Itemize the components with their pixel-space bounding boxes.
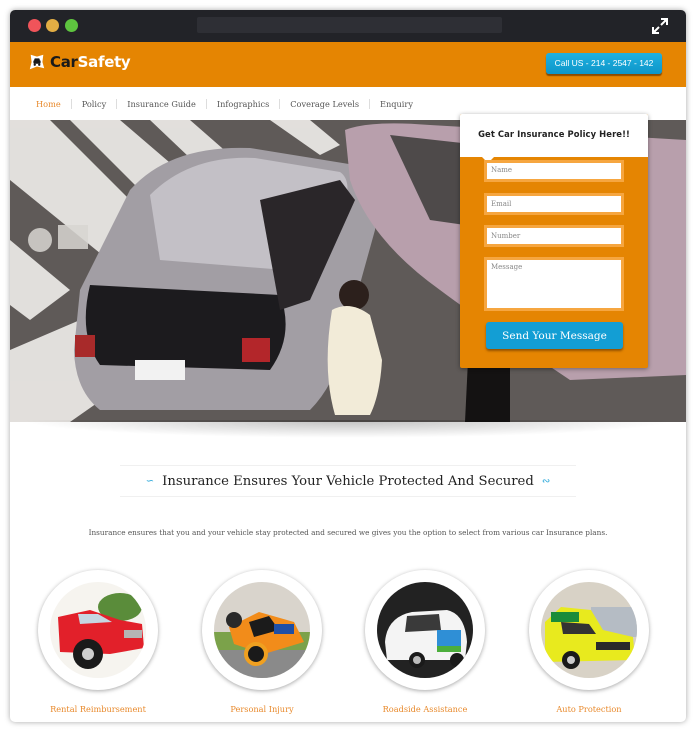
feature-image-frame <box>365 570 485 690</box>
feature-image-frame <box>38 570 158 690</box>
form-title: Get Car Insurance Policy Here!! <box>478 129 630 139</box>
nav-item-policy[interactable]: Policy <box>72 99 117 109</box>
email-input[interactable] <box>484 193 624 215</box>
title-bar <box>10 10 686 42</box>
car-badge-icon <box>29 54 45 70</box>
address-bar[interactable] <box>197 17 502 33</box>
logo-text-safety: Safety <box>77 53 131 71</box>
logo-text-car: Car <box>50 53 78 71</box>
message-textarea[interactable] <box>484 257 624 311</box>
section-title: Insurance Ensures Your Vehicle Protected… <box>162 473 534 489</box>
swirl-right-icon: ∾ <box>541 475 551 487</box>
yellow-ambulance-photo <box>541 582 637 678</box>
section-description: Insurance ensures that you and your vehi… <box>88 528 608 537</box>
red-pickup-truck-photo <box>50 582 146 678</box>
name-input[interactable] <box>484 160 624 182</box>
site-header: CarSafety Call US - 214 - 2547 - 142 <box>10 42 686 87</box>
white-compact-car-photo <box>377 582 473 678</box>
send-message-button[interactable]: Send Your Message <box>486 322 623 349</box>
feature-roadside-assistance[interactable]: Roadside Assistance <box>365 570 485 720</box>
expand-arrows-icon[interactable] <box>650 16 670 36</box>
minimize-window-button[interactable] <box>46 19 59 32</box>
call-us-button[interactable]: Call US - 214 - 2547 - 142 <box>546 53 662 74</box>
swirl-left-icon: ∽ <box>145 475 155 487</box>
feature-rental-reimbursement[interactable]: Rental Reimbursement <box>38 570 158 720</box>
number-input[interactable] <box>484 225 624 247</box>
feature-auto-protection[interactable]: Auto Protection <box>529 570 649 720</box>
feature-label: Personal Injury <box>230 704 294 714</box>
form-header: Get Car Insurance Policy Here!! <box>460 114 648 157</box>
hero-shadow <box>20 420 676 438</box>
feature-label: Auto Protection <box>556 704 622 714</box>
nav-item-infographics[interactable]: Infographics <box>207 99 279 109</box>
quote-form: Get Car Insurance Policy Here!! Send You… <box>460 114 648 368</box>
maximize-window-button[interactable] <box>65 19 78 32</box>
site-logo[interactable]: CarSafety <box>28 53 131 71</box>
nav-item-coverage-levels[interactable]: Coverage Levels <box>280 99 369 109</box>
close-window-button[interactable] <box>28 19 41 32</box>
nav-item-home[interactable]: Home <box>26 99 71 109</box>
motorcycle-racer-photo <box>214 582 310 678</box>
feature-personal-injury[interactable]: Personal Injury <box>202 570 322 720</box>
feature-image-frame <box>529 570 649 690</box>
nav-item-insurance-guide[interactable]: Insurance Guide <box>117 99 206 109</box>
nav-item-enquiry[interactable]: Enquiry <box>370 99 423 109</box>
section-heading: ∽ Insurance Ensures Your Vehicle Protect… <box>120 465 576 497</box>
feature-label: Roadside Assistance <box>382 704 468 714</box>
feature-label: Rental Reimbursement <box>50 704 146 714</box>
browser-window: CarSafety Call US - 214 - 2547 - 142 Hom… <box>10 10 686 722</box>
feature-image-frame <box>202 570 322 690</box>
